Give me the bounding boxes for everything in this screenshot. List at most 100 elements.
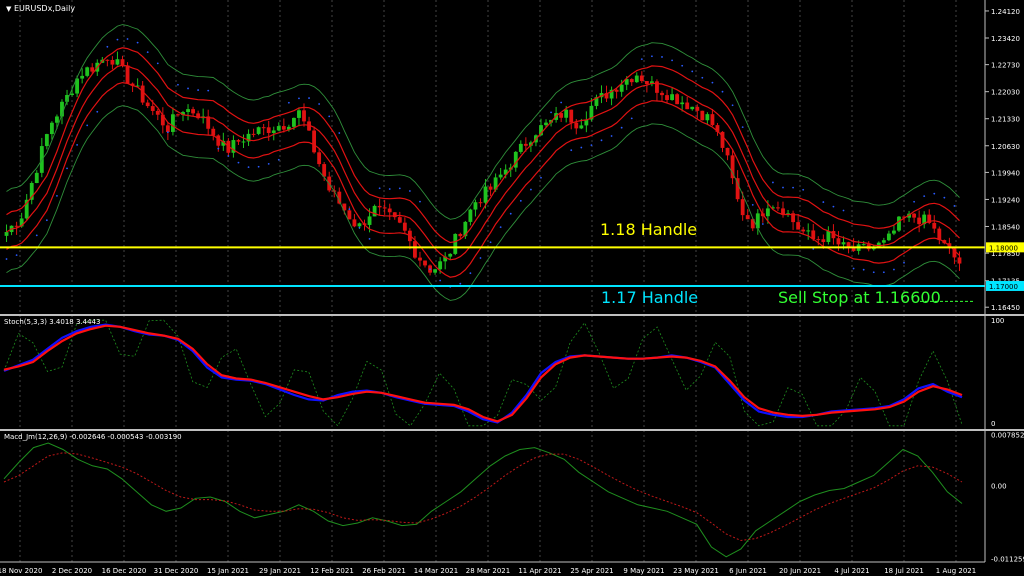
candle-body[interactable] bbox=[347, 210, 352, 220]
candle-body[interactable] bbox=[34, 172, 39, 183]
candle-body[interactable] bbox=[186, 109, 190, 113]
candle-body[interactable] bbox=[251, 133, 256, 135]
candle-body[interactable] bbox=[473, 202, 478, 210]
candle-body[interactable] bbox=[125, 65, 130, 84]
candle-body[interactable] bbox=[191, 109, 195, 114]
candle-body[interactable] bbox=[881, 240, 886, 243]
candle-body[interactable] bbox=[281, 126, 286, 130]
candle-body[interactable] bbox=[705, 114, 710, 121]
candle-body[interactable] bbox=[120, 59, 125, 66]
candle-body[interactable] bbox=[448, 253, 453, 257]
candle-body[interactable] bbox=[155, 110, 160, 115]
candle-body[interactable] bbox=[145, 102, 150, 107]
candle-body[interactable] bbox=[619, 84, 624, 92]
candle-body[interactable] bbox=[413, 241, 417, 258]
candle-body[interactable] bbox=[216, 135, 221, 146]
candle-body[interactable] bbox=[725, 147, 730, 156]
candle-body[interactable] bbox=[700, 110, 705, 121]
candle-body[interactable] bbox=[675, 94, 680, 105]
candle-body[interactable] bbox=[397, 217, 402, 223]
candle-body[interactable] bbox=[423, 260, 427, 266]
candle-body[interactable] bbox=[614, 89, 619, 92]
candle-body[interactable] bbox=[518, 143, 523, 152]
candle-body[interactable] bbox=[70, 93, 74, 96]
candle-body[interactable] bbox=[44, 134, 49, 147]
candle-body[interactable] bbox=[544, 122, 548, 126]
candle-body[interactable] bbox=[402, 222, 407, 231]
candle-body[interactable] bbox=[418, 257, 422, 261]
candle-body[interactable] bbox=[387, 208, 392, 213]
candle-body[interactable] bbox=[458, 233, 463, 237]
candle-body[interactable] bbox=[352, 219, 357, 227]
candle-body[interactable] bbox=[110, 59, 115, 65]
candle-body[interactable] bbox=[841, 242, 846, 245]
candle-body[interactable] bbox=[886, 233, 891, 241]
candle-body[interactable] bbox=[165, 125, 170, 132]
candle-body[interactable] bbox=[574, 122, 579, 129]
candle-body[interactable] bbox=[498, 174, 503, 178]
candle-body[interactable] bbox=[801, 229, 806, 232]
candle-body[interactable] bbox=[322, 164, 327, 177]
candle-body[interactable] bbox=[55, 116, 59, 123]
candle-body[interactable] bbox=[176, 114, 180, 116]
candle-body[interactable] bbox=[821, 239, 826, 242]
candle-body[interactable] bbox=[710, 114, 715, 126]
candle-body[interactable] bbox=[276, 126, 281, 131]
candle-body[interactable] bbox=[14, 225, 19, 227]
candle-body[interactable] bbox=[433, 269, 438, 273]
candle-body[interactable] bbox=[85, 67, 90, 76]
candle-body[interactable] bbox=[569, 109, 574, 123]
candle-body[interactable] bbox=[897, 216, 901, 231]
candle-body[interactable] bbox=[644, 81, 649, 85]
candle-body[interactable] bbox=[453, 233, 458, 254]
candle-body[interactable] bbox=[740, 199, 745, 216]
candle-body[interactable] bbox=[639, 75, 644, 82]
candle-body[interactable] bbox=[917, 217, 922, 225]
candle-body[interactable] bbox=[80, 75, 85, 79]
candle-body[interactable] bbox=[266, 127, 271, 133]
candle-body[interactable] bbox=[932, 222, 937, 229]
candle-body[interactable] bbox=[261, 127, 266, 129]
candle-body[interactable] bbox=[483, 186, 488, 203]
candle-body[interactable] bbox=[90, 67, 95, 72]
candle-body[interactable] bbox=[382, 207, 387, 209]
candle-body[interactable] bbox=[302, 110, 306, 122]
candle-body[interactable] bbox=[105, 59, 110, 61]
candle-body[interactable] bbox=[377, 205, 382, 208]
candle-body[interactable] bbox=[564, 109, 569, 118]
candle-body[interactable] bbox=[488, 186, 493, 190]
candle-body[interactable] bbox=[236, 140, 241, 142]
candle-body[interactable] bbox=[765, 208, 770, 217]
candle-body[interactable] bbox=[579, 125, 584, 129]
candle-body[interactable] bbox=[523, 143, 528, 146]
candle-body[interactable] bbox=[4, 232, 9, 236]
candle-body[interactable] bbox=[695, 106, 700, 111]
candle-body[interactable] bbox=[312, 130, 317, 153]
candle-body[interactable] bbox=[690, 106, 695, 110]
candle-body[interactable] bbox=[634, 75, 639, 83]
candle-body[interactable] bbox=[170, 114, 175, 132]
candle-body[interactable] bbox=[297, 110, 301, 118]
chart-canvas[interactable]: 18 Nov 2020 2 Dec 2020 16 Dec 2020 31 Dec 2… bbox=[0, 0, 1024, 576]
candle-body[interactable] bbox=[367, 216, 372, 225]
candle-body[interactable] bbox=[776, 207, 780, 209]
candle-body[interactable] bbox=[861, 244, 866, 246]
candle-body[interactable] bbox=[271, 130, 276, 133]
candle-body[interactable] bbox=[806, 230, 811, 232]
candle-body[interactable] bbox=[957, 257, 962, 264]
candle-body[interactable] bbox=[892, 230, 896, 234]
candle-body[interactable] bbox=[357, 223, 362, 227]
candle-body[interactable] bbox=[836, 238, 841, 245]
candle-body[interactable] bbox=[478, 202, 483, 204]
candle-body[interactable] bbox=[665, 95, 669, 100]
candle-body[interactable] bbox=[292, 117, 296, 127]
candle-body[interactable] bbox=[115, 59, 120, 65]
candle-body[interactable] bbox=[438, 261, 443, 270]
candle-body[interactable] bbox=[140, 85, 145, 103]
candle-body[interactable] bbox=[846, 242, 851, 247]
candle-body[interactable] bbox=[685, 102, 690, 110]
candle-body[interactable] bbox=[372, 205, 377, 217]
candle-body[interactable] bbox=[826, 231, 831, 242]
candle-body[interactable] bbox=[241, 141, 246, 143]
candle-body[interactable] bbox=[660, 92, 664, 96]
